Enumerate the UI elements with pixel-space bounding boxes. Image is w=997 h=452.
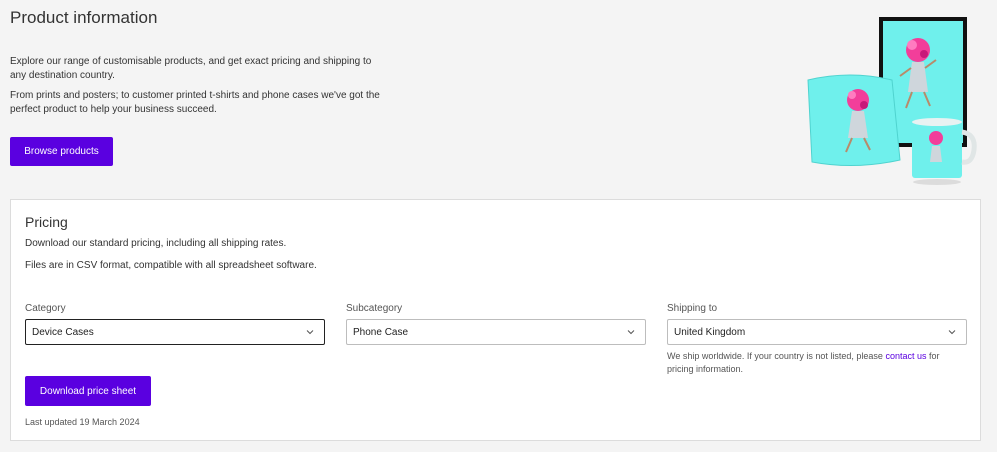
category-value: Device Cases xyxy=(32,326,94,338)
last-updated-text: Last updated 19 March 2024 xyxy=(25,417,140,427)
subcategory-label: Subcategory xyxy=(346,303,403,314)
chevron-down-icon xyxy=(627,330,635,335)
shipping-note: We ship worldwide. If your country is no… xyxy=(667,350,967,376)
product-information-description: From prints and posters; to customer pri… xyxy=(10,90,380,115)
download-price-sheet-button[interactable]: Download price sheet xyxy=(25,376,151,406)
pricing-format-note: Files are in CSV format, compatible with… xyxy=(25,260,317,271)
contact-us-link[interactable]: contact us xyxy=(885,351,926,361)
pricing-card: Pricing Download our standard pricing, i… xyxy=(10,199,981,441)
shipping-note-text: We ship worldwide. If your country is no… xyxy=(667,351,886,361)
product-information-title: Product information xyxy=(10,8,158,27)
chevron-down-icon xyxy=(306,330,314,335)
subcategory-select[interactable]: Phone Case xyxy=(346,319,646,345)
product-information-intro: Explore our range of customisable produc… xyxy=(10,56,372,81)
shipping-value: United Kingdom xyxy=(674,326,746,338)
shipping-label: Shipping to xyxy=(667,303,718,314)
chevron-down-icon xyxy=(948,330,956,335)
category-label: Category xyxy=(25,303,66,314)
pricing-intro: Download our standard pricing, including… xyxy=(25,238,287,249)
shipping-select[interactable]: United Kingdom xyxy=(667,319,967,345)
pricing-title: Pricing xyxy=(25,214,68,230)
subcategory-value: Phone Case xyxy=(353,326,409,338)
category-select[interactable]: Device Cases xyxy=(25,319,325,345)
product-information-section: Product information Explore our range of… xyxy=(0,0,997,195)
product-collage-image xyxy=(807,17,977,185)
browse-products-button[interactable]: Browse products xyxy=(10,137,113,166)
